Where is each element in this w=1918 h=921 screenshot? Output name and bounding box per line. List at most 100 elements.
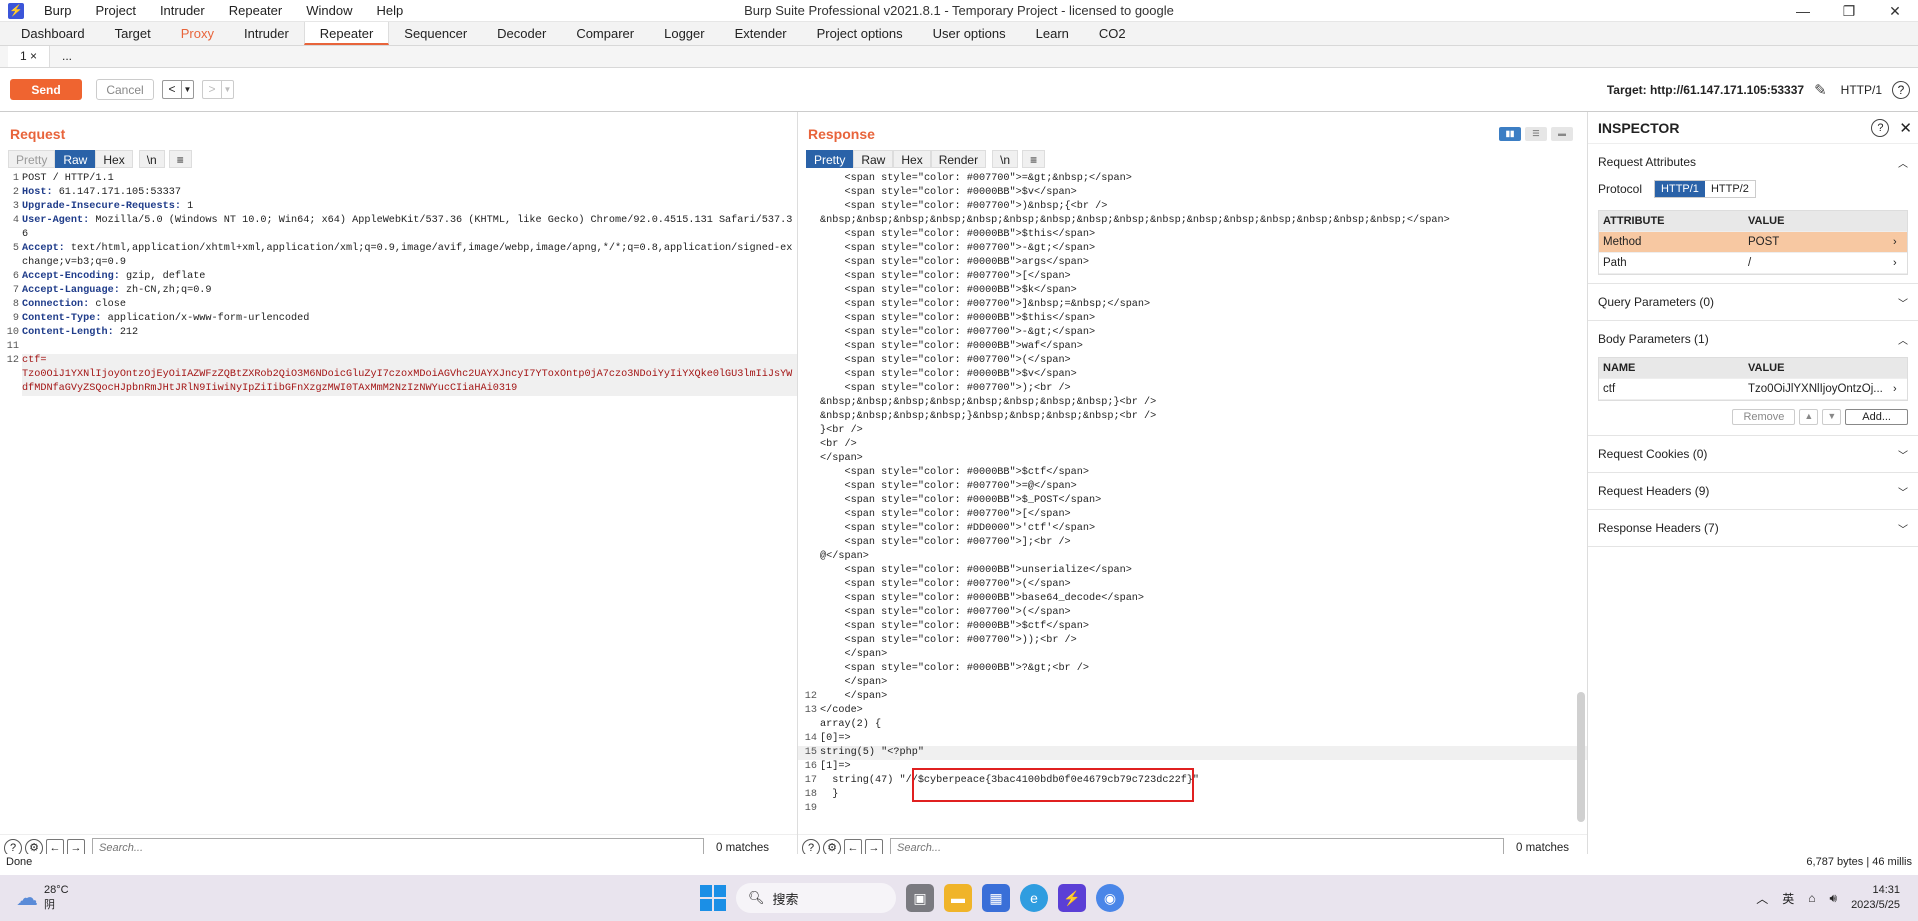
request-view-pretty[interactable]: Pretty [8, 150, 56, 168]
volume-icon[interactable]: 🔊︎ [1830, 891, 1838, 906]
menu-window[interactable]: Window [294, 0, 364, 22]
clock[interactable]: 14:31 2023/5/25 [1851, 883, 1900, 913]
attribute-row-path[interactable]: Path / › [1599, 253, 1907, 274]
request-newline-toggle[interactable]: \n [138, 150, 165, 168]
menu-help[interactable]: Help [364, 0, 415, 22]
body-params-header[interactable]: Body Parameters (1) ︿ [1588, 321, 1918, 357]
forward-nav[interactable]: > ▼ [202, 80, 234, 99]
request-cookies-header[interactable]: Request Cookies (0) ﹀ [1588, 436, 1918, 472]
inspector-help-icon[interactable]: ? [1871, 118, 1890, 137]
ime-indicator[interactable]: 英 [1782, 890, 1794, 907]
chevron-up-icon[interactable]: ︿ [1898, 155, 1918, 170]
response-view-hex[interactable]: Hex [893, 150, 931, 168]
task-view-icon[interactable]: ▣ [906, 884, 934, 912]
line-text: POST / HTTP/1.1 [22, 172, 797, 186]
tab-co2[interactable]: CO2 [1084, 22, 1141, 45]
request-headers-header[interactable]: Request Headers (9) ﹀ [1588, 473, 1918, 509]
close-icon[interactable]: ✕ [1872, 0, 1918, 22]
tab-decoder[interactable]: Decoder [482, 22, 561, 45]
back-arrow-icon[interactable]: < [163, 81, 181, 98]
inspector-close-icon[interactable]: ✕ [1899, 119, 1912, 137]
burp-suite-taskbar-icon[interactable]: ⚡ [1058, 884, 1086, 912]
tab-sequencer[interactable]: Sequencer [389, 22, 482, 45]
chevron-down-icon[interactable]: ﹀ [1898, 447, 1918, 462]
tab-proxy[interactable]: Proxy [166, 22, 229, 45]
response-headers-header[interactable]: Response Headers (7) ﹀ [1588, 510, 1918, 546]
chevron-right-icon[interactable]: › [1893, 383, 1907, 395]
response-view-render[interactable]: Render [930, 150, 987, 168]
tab-extender[interactable]: Extender [720, 22, 802, 45]
protocol-label[interactable]: HTTP/1 [1841, 83, 1882, 97]
request-attributes-header[interactable]: Request Attributes ︿ [1588, 144, 1918, 180]
response-view-pretty[interactable]: Pretty [806, 150, 854, 168]
protocol-http1[interactable]: HTTP/1 [1655, 181, 1705, 197]
request-view-hex[interactable]: Hex [95, 150, 133, 168]
maximize-icon[interactable]: ❐ [1826, 0, 1872, 22]
tab-project-options[interactable]: Project options [802, 22, 918, 45]
chevron-up-icon[interactable]: ︿ [1898, 332, 1918, 347]
store-icon[interactable]: ▦ [982, 884, 1010, 912]
line-number [798, 620, 820, 634]
forward-dropdown-icon[interactable]: ▼ [221, 81, 233, 98]
tab-target[interactable]: Target [100, 22, 166, 45]
menu-intruder[interactable]: Intruder [148, 0, 217, 22]
request-editor[interactable]: 1 POST / HTTP/1.1 2 Host: 61.147.171.105:53… [0, 172, 797, 834]
back-dropdown-icon[interactable]: ▼ [181, 81, 193, 98]
tab-user-options[interactable]: User options [918, 22, 1021, 45]
request-menu-icon[interactable]: ≡ [168, 150, 192, 168]
split-horizontal-icon[interactable]: ▮▮ [1499, 127, 1521, 141]
send-button[interactable]: Send [10, 79, 82, 100]
chevron-up-icon[interactable]: ︿ [1756, 890, 1768, 907]
add-button[interactable]: Add... [1845, 409, 1908, 425]
menu-burp[interactable]: Burp [32, 0, 83, 22]
response-view-raw[interactable]: Raw [853, 150, 894, 168]
chevron-down-icon[interactable]: ﹀ [1898, 521, 1918, 536]
edge-browser-icon[interactable]: e [1020, 884, 1048, 912]
windows-start-icon[interactable] [700, 885, 726, 911]
header-name: Accept-Encoding: [22, 271, 120, 282]
split-vertical-icon[interactable]: ☰ [1525, 127, 1547, 141]
help-icon[interactable]: ? [1892, 80, 1910, 99]
attribute-row-method[interactable]: Method POST › [1599, 232, 1907, 253]
tab-dashboard[interactable]: Dashboard [6, 22, 100, 45]
cancel-button[interactable]: Cancel [96, 79, 154, 100]
tab-intruder[interactable]: Intruder [229, 22, 304, 45]
response-editor[interactable]: <span style="color: #007700">=&gt;&nbsp;… [798, 172, 1587, 834]
taskbar-search[interactable]: 🔍︎ 搜索 [736, 883, 896, 913]
chrome-browser-icon[interactable]: ◉ [1096, 884, 1124, 912]
minimize-icon[interactable]: — [1780, 0, 1826, 22]
body-param-row[interactable]: ctf Tzo0OiJlYXNlIjoyOntzOj... › [1599, 379, 1907, 400]
chevron-down-icon[interactable]: ﹀ [1898, 295, 1918, 310]
tab-repeater[interactable]: Repeater [303, 22, 390, 45]
response-line: &nbsp;&nbsp;&nbsp;&nbsp;}&nbsp;&nbsp;&nb… [798, 410, 1587, 424]
network-icon[interactable]: ⌂ [1808, 891, 1815, 905]
chevron-right-icon[interactable]: › [1893, 257, 1907, 269]
response-menu-icon[interactable]: ≡ [1022, 150, 1046, 168]
move-down-button[interactable]: ▼ [1822, 409, 1842, 425]
move-up-button[interactable]: ▲ [1799, 409, 1819, 425]
tab-comparer[interactable]: Comparer [561, 22, 649, 45]
forward-arrow-icon[interactable]: > [203, 81, 221, 98]
chevron-down-icon[interactable]: ﹀ [1898, 484, 1918, 499]
protocol-toggle[interactable]: HTTP/1 HTTP/2 [1654, 180, 1756, 198]
menu-project[interactable]: Project [83, 0, 147, 22]
back-nav[interactable]: < ▼ [162, 80, 194, 99]
query-params-header[interactable]: Query Parameters (0) ﹀ [1588, 284, 1918, 320]
edit-pencil-icon[interactable]: ✎ [1814, 81, 1827, 99]
tab-logger[interactable]: Logger [649, 22, 719, 45]
response-scrollbar[interactable] [1577, 692, 1585, 822]
file-explorer-icon[interactable]: ▬ [944, 884, 972, 912]
tabbed-layout-icon[interactable]: ▬ [1551, 127, 1573, 141]
remove-button[interactable]: Remove [1732, 409, 1796, 425]
menu-repeater[interactable]: Repeater [217, 0, 294, 22]
request-view-raw[interactable]: Raw [55, 150, 96, 168]
subtab-1[interactable]: 1 × [8, 46, 51, 67]
response-newline-toggle[interactable]: \n [992, 150, 1019, 168]
attributes-table: ATTRIBUTE VALUE Method POST › Path / › [1598, 210, 1908, 275]
protocol-http2[interactable]: HTTP/2 [1705, 181, 1755, 197]
attribute-name: Path [1603, 257, 1627, 269]
tab-learn[interactable]: Learn [1021, 22, 1084, 45]
weather-widget[interactable]: ☁ 28°C 阴 [0, 884, 69, 912]
subtab-more[interactable]: ... [50, 46, 84, 67]
chevron-right-icon[interactable]: › [1893, 236, 1907, 248]
